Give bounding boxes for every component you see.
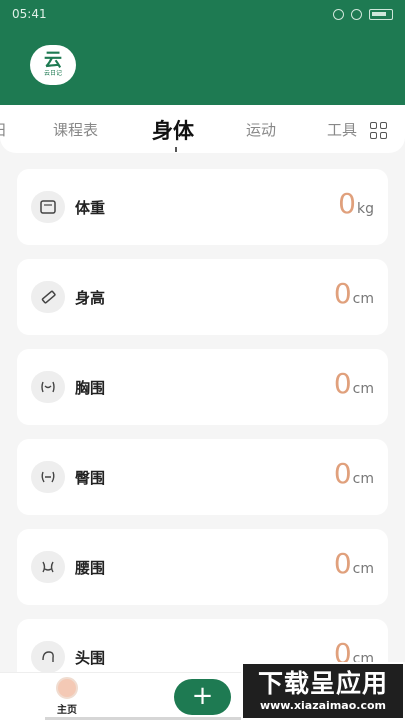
measurement-number: 0	[333, 277, 352, 310]
home-avatar-icon	[56, 677, 78, 699]
scale-icon	[31, 191, 65, 223]
status-bar: 05:41	[0, 0, 405, 28]
measurement-unit: cm	[352, 561, 374, 577]
measurement-label: 身高	[75, 289, 106, 307]
tab-diary[interactable]: 日	[0, 119, 7, 140]
wifi-icon	[351, 8, 362, 20]
measurement-value: 0 cm	[334, 457, 374, 491]
measurement-number: 0	[338, 187, 356, 220]
watermark-title: 下载呈应用	[257, 669, 388, 698]
app-header: 05:41 云 云日记	[0, 0, 405, 105]
site-watermark: 下载呈应用 www.xiazaimao.com	[241, 662, 405, 720]
measurement-card-weight[interactable]: 体重 0 kg	[17, 169, 388, 245]
measurement-number: 0	[333, 547, 352, 580]
measurement-unit: cm	[352, 471, 374, 487]
logo-text: 云日记	[43, 70, 62, 77]
measurement-value: 0 kg	[338, 187, 374, 221]
app-logo[interactable]: 云 云日记	[30, 45, 76, 85]
nav-home[interactable]: 主页	[48, 677, 86, 717]
measurement-value: 0 cm	[334, 277, 374, 311]
tab-sport[interactable]: 运动	[246, 119, 276, 140]
hip-icon	[31, 461, 65, 493]
measurement-card-hip[interactable]: 臀围 0 cm	[17, 439, 388, 515]
head-icon	[31, 641, 65, 673]
ruler-icon	[31, 281, 65, 313]
battery-icon	[369, 8, 393, 20]
measurement-unit: cm	[352, 291, 374, 307]
measurement-value: 0 cm	[334, 367, 374, 401]
measurement-label: 腰围	[75, 559, 106, 577]
status-time: 05:41	[12, 7, 47, 21]
measurement-unit: kg	[357, 201, 374, 217]
measurement-unit: cm	[352, 381, 374, 397]
tab-indicator	[175, 147, 177, 152]
tab-schedule[interactable]: 课程表	[53, 119, 98, 140]
measurement-label: 体重	[75, 199, 106, 217]
watermark-url: www.xiazaimao.com	[259, 699, 386, 712]
measurement-value: 0 cm	[334, 547, 374, 581]
measurement-label: 臀围	[75, 469, 106, 487]
grid-menu-icon[interactable]	[370, 122, 387, 139]
measurement-number: 0	[333, 367, 352, 400]
status-icons	[333, 8, 393, 20]
measurement-card-chest[interactable]: 胸围 0 cm	[17, 349, 388, 425]
measurement-card-waist[interactable]: 腰围 0 cm	[17, 529, 388, 605]
chest-icon	[31, 371, 65, 403]
add-button[interactable]: +	[174, 679, 231, 715]
waist-icon	[31, 551, 65, 583]
measurement-label: 头围	[75, 649, 106, 667]
category-tabs: 日 课程表 身体 运动 工具	[0, 105, 405, 153]
logo-glyph: 云	[44, 50, 62, 71]
tab-body[interactable]: 身体	[152, 115, 194, 145]
measurement-label: 胸围	[75, 379, 106, 397]
home-label: 主页	[57, 705, 77, 716]
tab-tools[interactable]: 工具	[327, 119, 357, 140]
measurement-number: 0	[333, 457, 352, 490]
measurement-card-height[interactable]: 身高 0 cm	[17, 259, 388, 335]
alarm-icon	[333, 8, 344, 20]
